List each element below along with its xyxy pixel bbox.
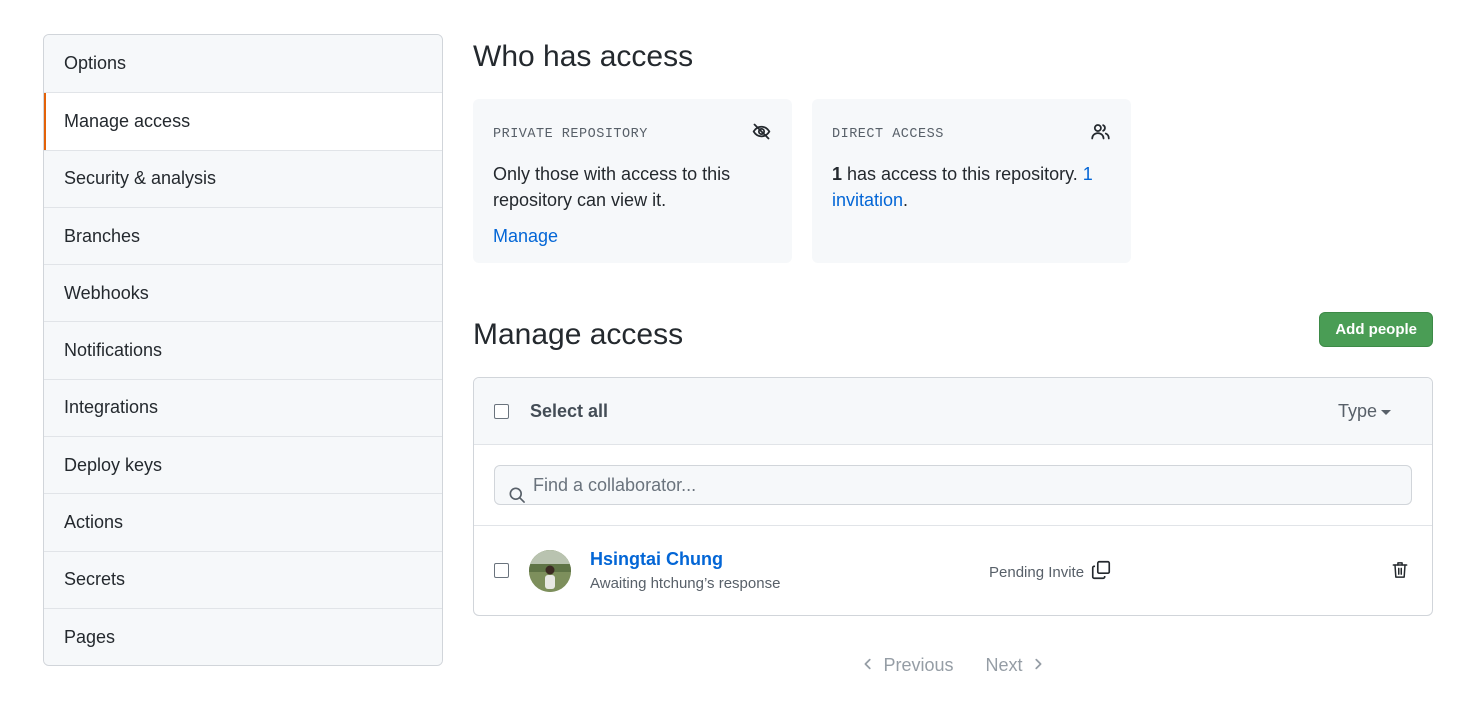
- previous-page-button[interactable]: Previous: [861, 655, 954, 676]
- sidebar-item-webhooks[interactable]: Webhooks: [44, 264, 442, 322]
- sidebar-item-label: Integrations: [64, 397, 159, 418]
- next-page-button[interactable]: Next: [986, 655, 1045, 676]
- manage-visibility-link[interactable]: Manage: [493, 226, 558, 247]
- sidebar-item-label: Notifications: [64, 340, 163, 361]
- select-all-label[interactable]: Select all: [530, 401, 608, 422]
- collaborator-name-link[interactable]: Hsingtai Chung: [590, 549, 780, 570]
- sidebar-item-branches[interactable]: Branches: [44, 206, 442, 265]
- search-field: [494, 465, 1412, 505]
- pending-invite-badge: Pending Invite: [989, 563, 1085, 581]
- collaborator-row: Hsingtai Chung Awaiting htchung’s respon…: [474, 526, 1432, 615]
- next-label: Next: [985, 655, 1023, 675]
- collaborator-status: Awaiting htchung’s response: [590, 575, 781, 592]
- access-suffix: .: [903, 190, 909, 210]
- manage-access-title: Manage access: [473, 318, 684, 351]
- access-text: has access to this repository.: [842, 164, 1083, 184]
- sidebar-item-label: Webhooks: [64, 282, 149, 303]
- sidebar-item-manage-access[interactable]: Manage access: [44, 92, 442, 150]
- avatar[interactable]: [529, 549, 571, 592]
- direct-access-card: DIRECT ACCESS 1 has access to this repos…: [812, 99, 1131, 263]
- collaborators-header: Select all Type: [474, 378, 1432, 445]
- sidebar-item-pages[interactable]: Pages: [44, 607, 442, 666]
- sidebar-item-label: Pages: [64, 626, 116, 647]
- access-count: 1: [832, 164, 843, 184]
- card-header: DIRECT ACCESS: [832, 121, 1111, 147]
- sidebar-item-options[interactable]: Options: [44, 35, 442, 93]
- caret-down-icon: [1381, 409, 1391, 415]
- settings-sidebar: Options Manage access Security & analysi…: [43, 34, 443, 667]
- card-heading: DIRECT ACCESS: [832, 126, 944, 142]
- eye-closed-icon: [751, 121, 772, 147]
- sidebar-item-integrations[interactable]: Integrations: [44, 378, 442, 437]
- direct-access-text: 1 has access to this repository. 1 invit…: [832, 161, 1111, 213]
- type-filter-dropdown[interactable]: Type: [1338, 401, 1391, 422]
- who-has-access-title: Who has access: [473, 40, 694, 73]
- sidebar-item-label: Secrets: [64, 569, 126, 590]
- sidebar-item-label: Options: [64, 53, 127, 74]
- sidebar-item-label: Actions: [64, 512, 124, 533]
- private-repository-card: PRIVATE REPOSITORY Only those with acces…: [473, 99, 792, 263]
- sidebar-item-label: Security & analysis: [64, 168, 217, 189]
- sidebar-item-deploy-keys[interactable]: Deploy keys: [44, 436, 442, 494]
- sidebar-item-secrets[interactable]: Secrets: [44, 550, 442, 608]
- search-row: [474, 445, 1432, 526]
- sidebar-item-label: Branches: [64, 225, 141, 246]
- collaborator-info: Hsingtai Chung Awaiting htchung’s respon…: [590, 549, 780, 592]
- sidebar-item-label: Manage access: [64, 110, 191, 131]
- select-all-checkbox[interactable]: [494, 403, 509, 419]
- copy-icon[interactable]: [1090, 559, 1112, 585]
- sidebar-item-actions[interactable]: Actions: [44, 493, 442, 551]
- type-filter-label: Type: [1337, 400, 1377, 421]
- add-people-button[interactable]: Add people: [1319, 312, 1433, 347]
- pending-invite: Pending Invite: [989, 559, 1112, 585]
- sidebar-item-security-analysis[interactable]: Security & analysis: [44, 149, 442, 207]
- people-icon: [1090, 121, 1111, 147]
- sidebar-item-label: Deploy keys: [64, 454, 163, 475]
- card-header: PRIVATE REPOSITORY: [493, 121, 772, 147]
- find-collaborator-input[interactable]: [495, 466, 1411, 504]
- chevron-right-icon: [1031, 655, 1045, 676]
- card-heading: PRIVATE REPOSITORY: [493, 126, 648, 142]
- collaborators-box: Select all Type Find a collaborator... H…: [473, 377, 1433, 616]
- chevron-left-icon: [861, 655, 875, 676]
- sidebar-item-notifications[interactable]: Notifications: [44, 321, 442, 379]
- previous-label: Previous: [883, 655, 954, 675]
- trash-icon[interactable]: [1390, 559, 1410, 581]
- collaborator-checkbox[interactable]: [494, 563, 509, 578]
- private-repository-text: Only those with access to this repositor…: [493, 164, 731, 210]
- pagination: Previous Next: [473, 655, 1433, 676]
